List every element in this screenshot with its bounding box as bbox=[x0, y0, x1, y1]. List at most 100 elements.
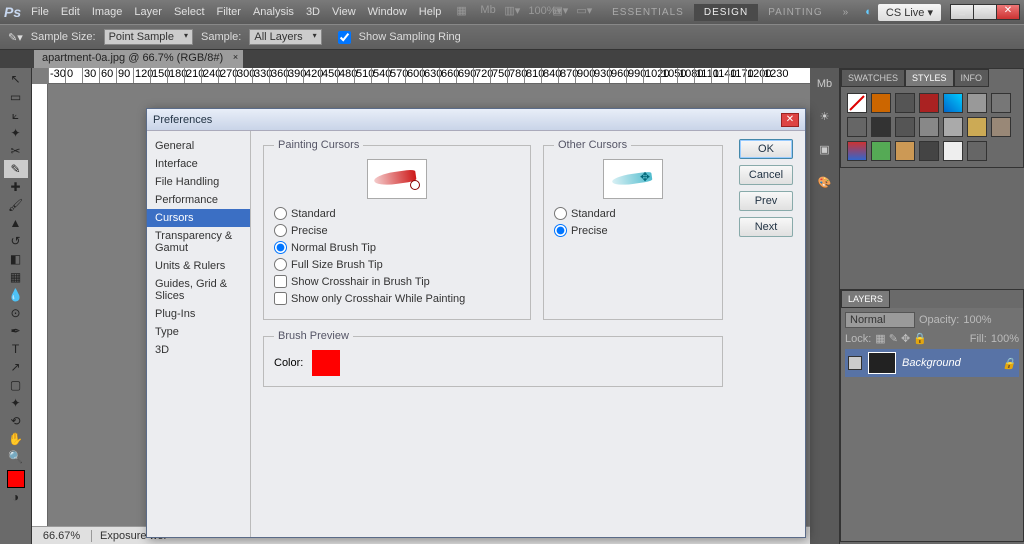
style-swatch[interactable] bbox=[919, 93, 939, 113]
tab-info[interactable]: INFO bbox=[954, 69, 990, 87]
dialog-close-icon[interactable]: ✕ bbox=[781, 113, 799, 127]
tab-swatches[interactable]: SWATCHES bbox=[841, 69, 905, 87]
hand-tool[interactable]: ✋ bbox=[4, 430, 28, 448]
extras-icon[interactable]: ▥▾ bbox=[504, 4, 522, 20]
menu-filter[interactable]: Filter bbox=[217, 6, 241, 18]
launch-bridge-icon[interactable]: ▦ bbox=[456, 4, 474, 20]
blur-tool[interactable]: 💧 bbox=[4, 286, 28, 304]
eraser-tool[interactable]: ◧ bbox=[4, 250, 28, 268]
pref-nav-item[interactable]: Performance bbox=[147, 191, 250, 209]
lock-icons[interactable]: ▦ ✎ ✥ 🔒 bbox=[875, 332, 927, 345]
style-swatch[interactable] bbox=[943, 141, 963, 161]
eyedropper-tool[interactable]: ✎ bbox=[4, 160, 28, 178]
check-crosshair-only[interactable] bbox=[274, 292, 287, 305]
type-tool[interactable]: T bbox=[4, 340, 28, 358]
maximize-button[interactable]: ▭ bbox=[973, 4, 997, 20]
style-swatch[interactable] bbox=[871, 141, 891, 161]
style-swatch[interactable] bbox=[847, 93, 867, 113]
style-swatch[interactable] bbox=[991, 93, 1011, 113]
show-ring-checkbox[interactable] bbox=[338, 31, 351, 44]
workspace-more-icon[interactable]: » bbox=[833, 4, 860, 21]
pref-nav-item[interactable]: Transparency & Gamut bbox=[147, 227, 250, 257]
dodge-tool[interactable]: ⊙ bbox=[4, 304, 28, 322]
radio-precise[interactable] bbox=[274, 224, 287, 237]
blend-mode-dropdown[interactable]: Normal bbox=[845, 312, 915, 328]
history-brush-tool[interactable]: ↺ bbox=[4, 232, 28, 250]
tab-styles[interactable]: STYLES bbox=[905, 69, 954, 87]
mb-icon[interactable]: Mb bbox=[817, 78, 832, 90]
style-swatch[interactable] bbox=[847, 117, 867, 137]
cslive-button[interactable]: CS Live ▾ bbox=[878, 4, 941, 21]
style-swatch[interactable] bbox=[871, 93, 891, 113]
lasso-tool[interactable]: ⟀ bbox=[4, 106, 28, 124]
cancel-button[interactable]: Cancel bbox=[739, 165, 793, 185]
style-swatch[interactable] bbox=[871, 117, 891, 137]
menu-analysis[interactable]: Analysis bbox=[253, 6, 294, 18]
visibility-icon[interactable] bbox=[848, 356, 862, 370]
style-swatch[interactable] bbox=[895, 117, 915, 137]
mini-bridge-icon[interactable]: Mb bbox=[480, 4, 498, 20]
masks-icon[interactable]: ▣ bbox=[819, 143, 829, 156]
style-swatch[interactable] bbox=[967, 117, 987, 137]
gradient-tool[interactable]: ▦ bbox=[4, 268, 28, 286]
menu-view[interactable]: View bbox=[332, 6, 356, 18]
radio-other-standard[interactable] bbox=[554, 207, 567, 220]
pref-nav-item[interactable]: Guides, Grid & Slices bbox=[147, 275, 250, 305]
close-button[interactable]: ✕ bbox=[996, 4, 1020, 20]
style-swatch[interactable] bbox=[919, 141, 939, 161]
3d-tool[interactable]: ✦ bbox=[4, 394, 28, 412]
zoom-tool[interactable]: 🔍 bbox=[4, 448, 28, 466]
heal-tool[interactable]: ✚ bbox=[4, 178, 28, 196]
pref-nav-item[interactable]: Interface bbox=[147, 155, 250, 173]
style-swatch[interactable] bbox=[943, 93, 963, 113]
pref-nav-item[interactable]: Cursors bbox=[147, 209, 250, 227]
next-button[interactable]: Next bbox=[739, 217, 793, 237]
pref-nav-item[interactable]: General bbox=[147, 137, 250, 155]
tab-layers[interactable]: LAYERS bbox=[841, 290, 890, 308]
menu-3d[interactable]: 3D bbox=[306, 6, 320, 18]
menu-layer[interactable]: Layer bbox=[134, 6, 162, 18]
quick-select-tool[interactable]: ✦ bbox=[4, 124, 28, 142]
dialog-titlebar[interactable]: Preferences ✕ bbox=[147, 109, 805, 131]
adjustments-icon[interactable]: ☀ bbox=[820, 110, 830, 123]
style-swatch[interactable] bbox=[991, 117, 1011, 137]
radio-normal-tip[interactable] bbox=[274, 241, 287, 254]
layer-thumbnail[interactable] bbox=[868, 352, 896, 374]
check-crosshair-tip[interactable] bbox=[274, 275, 287, 288]
move-tool[interactable]: ↖ bbox=[4, 70, 28, 88]
pref-nav-item[interactable]: File Handling bbox=[147, 173, 250, 191]
document-tab[interactable]: apartment-0a.jpg @ 66.7% (RGB/8#)× bbox=[34, 50, 243, 68]
pref-nav-item[interactable]: 3D bbox=[147, 341, 250, 359]
tab-close-icon[interactable]: × bbox=[233, 52, 238, 62]
style-swatch[interactable] bbox=[967, 93, 987, 113]
opacity-value[interactable]: 100% bbox=[963, 314, 991, 326]
sample-dropdown[interactable]: All Layers bbox=[249, 29, 321, 45]
pref-nav-item[interactable]: Units & Rulers bbox=[147, 257, 250, 275]
pen-tool[interactable]: ✒ bbox=[4, 322, 28, 340]
3d-cam-tool[interactable]: ⟲ bbox=[4, 412, 28, 430]
pref-nav-item[interactable]: Plug-Ins bbox=[147, 305, 250, 323]
brush-tool[interactable]: 🖌 bbox=[4, 196, 28, 214]
style-swatch[interactable] bbox=[967, 141, 987, 161]
layer-row[interactable]: Background 🔒 bbox=[845, 349, 1019, 377]
style-swatch[interactable] bbox=[895, 93, 915, 113]
style-swatch[interactable] bbox=[919, 117, 939, 137]
pref-nav-item[interactable]: Type bbox=[147, 323, 250, 341]
marquee-tool[interactable]: ▭ bbox=[4, 88, 28, 106]
radio-standard[interactable] bbox=[274, 207, 287, 220]
stamp-tool[interactable]: ▲ bbox=[4, 214, 28, 232]
ok-button[interactable]: OK bbox=[739, 139, 793, 159]
fill-value[interactable]: 100% bbox=[991, 333, 1019, 345]
sample-size-dropdown[interactable]: Point Sample bbox=[104, 29, 193, 45]
workspace-design[interactable]: DESIGN bbox=[694, 4, 758, 21]
zoom-display[interactable]: 66.67% bbox=[32, 530, 92, 542]
radio-other-precise[interactable] bbox=[554, 224, 567, 237]
prev-button[interactable]: Prev bbox=[739, 191, 793, 211]
style-swatch[interactable] bbox=[895, 141, 915, 161]
menu-select[interactable]: Select bbox=[174, 6, 205, 18]
crop-tool[interactable]: ✂ bbox=[4, 142, 28, 160]
palette-icon[interactable]: 🎨 bbox=[818, 176, 832, 189]
shape-tool[interactable]: ▢ bbox=[4, 376, 28, 394]
quickmask-tool[interactable]: ◑ bbox=[4, 488, 28, 506]
arrange-icon[interactable]: ▤▾ bbox=[552, 4, 570, 20]
